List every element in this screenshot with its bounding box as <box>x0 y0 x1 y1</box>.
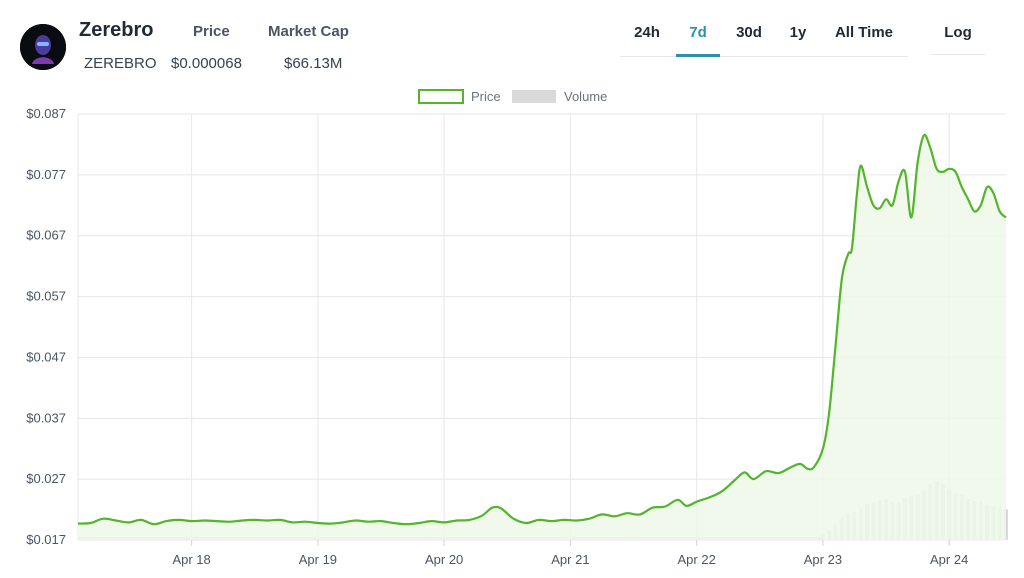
x-tick-label: Apr 21 <box>551 552 589 567</box>
tab-30d[interactable]: 30d <box>726 16 772 54</box>
legend-price-label: Price <box>471 89 501 104</box>
coin-avatar <box>20 24 66 70</box>
x-tick-label: Apr 19 <box>299 552 337 567</box>
legend-volume-swatch <box>512 90 556 103</box>
legend-volume-label: Volume <box>564 89 607 104</box>
tab-7d[interactable]: 7d <box>676 16 720 57</box>
time-range-tabs: 24h 7d 30d 1y All Time <box>620 16 908 57</box>
tab-24h[interactable]: 24h <box>624 16 670 54</box>
market-cap-label: Market Cap <box>268 23 349 40</box>
y-tick-label: $0.017 <box>26 532 66 547</box>
y-tick-label: $0.027 <box>26 471 66 486</box>
x-tick-label: Apr 18 <box>172 552 210 567</box>
y-tick-label: $0.077 <box>26 167 66 182</box>
y-tick-label: $0.067 <box>26 228 66 243</box>
coin-header: Zerebro Price Market Cap ZEREBRO $0.0000… <box>0 0 1024 84</box>
price-chart: Price Volume $0.087$0.077$0.067$0.057$0.… <box>26 89 1008 567</box>
x-axis-labels: Apr 18 Apr 19 Apr 20 Apr 21 Apr 22 Apr 23 Apr … <box>172 552 968 567</box>
x-tick-label: Apr 23 <box>804 552 842 567</box>
tab-1y[interactable]: 1y <box>780 16 816 54</box>
x-tick-label: Apr 22 <box>678 552 716 567</box>
y-tick-label: $0.057 <box>26 289 66 304</box>
log-scale-toggle[interactable]: Log <box>930 16 986 55</box>
chart-legend: Price Volume <box>418 89 607 104</box>
x-tick-label: Apr 24 <box>930 552 968 567</box>
y-axis-labels: $0.087 $0.077 $0.067 $0.057 $0.047 $0.037 $0.0… <box>26 106 66 547</box>
y-tick-label: $0.087 <box>26 106 66 121</box>
market-cap-value: $66.13M <box>284 55 343 72</box>
price-label: Price <box>193 23 230 40</box>
y-tick-label: $0.037 <box>26 410 66 425</box>
coin-name: Zerebro <box>79 19 154 41</box>
price-value: $0.000068 <box>171 55 242 72</box>
tab-all-time[interactable]: All Time <box>824 16 904 54</box>
legend-price-swatch <box>418 89 464 104</box>
x-tick-label: Apr 20 <box>425 552 463 567</box>
coin-symbol: ZEREBRO <box>84 55 157 72</box>
y-tick-label: $0.047 <box>26 349 66 364</box>
robot-head-icon <box>20 24 66 70</box>
